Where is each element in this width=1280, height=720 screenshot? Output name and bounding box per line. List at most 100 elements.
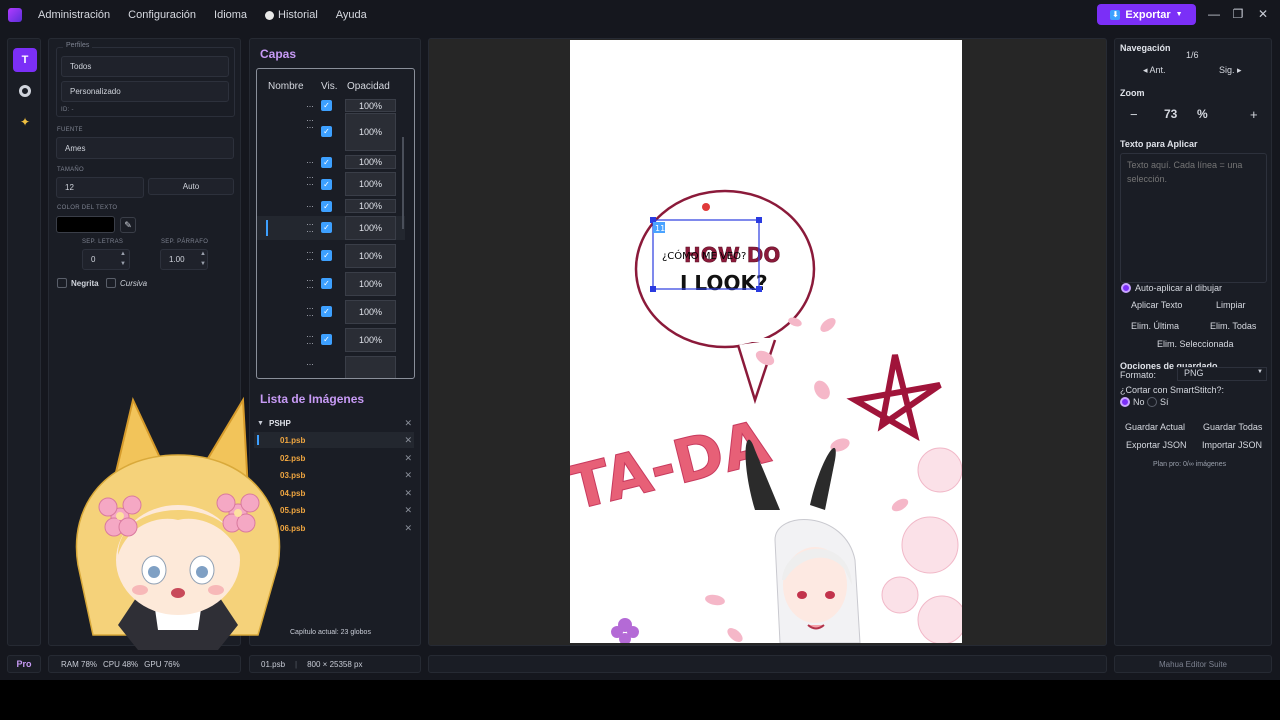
opacity-input[interactable]: 100% — [345, 216, 396, 240]
close-icon[interactable]: ✕ — [404, 453, 412, 464]
visibility-checkbox[interactable]: ✓ — [321, 179, 332, 190]
auto-apply-toggle[interactable]: Auto-aplicar al dibujar — [1121, 283, 1222, 293]
profile-custom-button[interactable]: Personalizado — [61, 81, 229, 102]
opacity-input[interactable]: 100% — [345, 300, 396, 324]
close-icon[interactable]: ✕ — [404, 523, 412, 534]
menu-idioma[interactable]: Idioma — [214, 9, 247, 21]
close-button[interactable]: ✕ — [1255, 6, 1271, 22]
sparkle-icon: ✦ — [19, 115, 31, 129]
export-json-button[interactable]: Exportar JSON — [1126, 440, 1187, 450]
format-select[interactable]: PNG ▼ — [1177, 367, 1267, 381]
page-artwork: TA-DA HOW DO I LOOK? 11 ¿CÓMO ME VEO? — [570, 189, 962, 643]
close-icon[interactable]: ✕ — [404, 435, 412, 446]
save-all-button[interactable]: Guardar Todas — [1203, 422, 1262, 432]
size-input[interactable]: 12 — [56, 177, 144, 198]
zoom-value[interactable]: 73 — [1164, 107, 1177, 121]
visibility-checkbox[interactable]: ✓ — [321, 157, 332, 168]
resource-usage: RAM 78% CPU 48% GPU 76% — [48, 655, 241, 673]
brand-name: Mahua Editor Suite — [1158, 659, 1228, 669]
settings-tool-button[interactable] — [13, 79, 37, 103]
menu-administracion[interactable]: Administración — [38, 9, 110, 21]
layer-row-selected[interactable]: …… ✓ 100% — [257, 216, 405, 240]
opacity-input[interactable]: 100% — [345, 155, 396, 169]
delete-all-button[interactable]: Elim. Todas — [1210, 321, 1256, 331]
next-page-button[interactable]: Sig. ▸ — [1219, 65, 1242, 76]
eyedropper-button[interactable]: ✎ — [120, 217, 136, 233]
effects-tool-button[interactable]: ✦ — [13, 110, 37, 134]
zoom-out-button[interactable]: − — [1130, 107, 1138, 122]
manga-page[interactable]: TA-DA HOW DO I LOOK? 11 ¿CÓMO ME VEO? — [570, 40, 962, 643]
opacity-input[interactable] — [345, 356, 396, 378]
save-current-button[interactable]: Guardar Actual — [1125, 422, 1185, 432]
menu-historial[interactable]: Historial — [265, 9, 318, 21]
maximize-button[interactable]: ❐ — [1230, 6, 1246, 22]
visibility-checkbox[interactable]: ✓ — [321, 126, 332, 137]
italic-toggle[interactable]: Cursiva — [106, 278, 147, 288]
letter-spacing-value: 0 — [91, 255, 96, 264]
layer-name: …… — [306, 246, 314, 262]
visibility-checkbox[interactable]: ✓ — [321, 334, 332, 345]
export-button[interactable]: ⬇ Exportar ▼ — [1097, 4, 1196, 25]
layer-name: … — [306, 358, 314, 367]
delete-selected-button[interactable]: Elim. Seleccionada — [1157, 339, 1234, 349]
profile-all-button[interactable]: Todos — [61, 56, 229, 77]
size-auto-button[interactable]: Auto — [148, 178, 234, 195]
letter-spacing-stepper[interactable]: ▲ ▼ — [120, 249, 126, 269]
opacity-input[interactable]: 100% — [345, 113, 396, 151]
ram-usage: RAM 78% — [61, 659, 98, 669]
profile-id: ID: - — [61, 107, 74, 113]
opacity-input[interactable]: 100% — [345, 244, 396, 268]
opacity-input[interactable]: 100% — [345, 199, 396, 213]
bold-toggle[interactable]: Negrita — [57, 278, 99, 288]
import-json-button[interactable]: Importar JSON — [1202, 440, 1262, 450]
navigation-title: Navegación — [1120, 43, 1171, 53]
text-tool-button[interactable]: T — [13, 48, 37, 72]
text-color-swatch[interactable] — [56, 216, 115, 233]
layer-name: … — [306, 156, 314, 165]
close-icon[interactable]: ✕ — [404, 418, 412, 429]
opacity-input[interactable]: 100% — [345, 99, 396, 112]
layers-table: Nombre Vis. Opacidad … ✓ 100% …… ✓ 100% … — [256, 68, 415, 379]
apply-text-input[interactable] — [1120, 153, 1267, 283]
opacity-input[interactable]: 100% — [345, 328, 396, 352]
opacity-input[interactable]: 100% — [345, 172, 396, 196]
visibility-checkbox[interactable]: ✓ — [321, 100, 332, 111]
visibility-checkbox[interactable]: ✓ — [321, 278, 332, 289]
visibility-checkbox[interactable]: ✓ — [321, 222, 332, 233]
prev-page-button[interactable]: ◂ Ant. — [1143, 65, 1166, 76]
menu-ayuda[interactable]: Ayuda — [336, 9, 367, 21]
bold-checkbox[interactable] — [57, 278, 67, 288]
visibility-checkbox[interactable]: ✓ — [321, 201, 332, 212]
smartstitch-no-option[interactable]: No — [1120, 397, 1145, 407]
menu-configuracion[interactable]: Configuración — [128, 9, 196, 21]
opacity-input[interactable]: 100% — [345, 272, 396, 296]
col-vis-header: Vis. — [321, 81, 338, 92]
smartstitch-yes-option[interactable]: Sí — [1147, 397, 1169, 407]
paragraph-spacing-stepper[interactable]: ▲ ▼ — [200, 249, 206, 269]
delete-last-button[interactable]: Elim. Última — [1131, 321, 1179, 331]
apply-text-button[interactable]: Aplicar Texto — [1131, 300, 1182, 310]
layers-title: Capas — [260, 47, 297, 61]
minimize-button[interactable]: — — [1206, 6, 1222, 22]
close-icon[interactable]: ✕ — [404, 488, 412, 499]
layer-name: …… — [306, 171, 314, 187]
font-value: Ames — [65, 143, 86, 153]
clear-text-button[interactable]: Limpiar — [1216, 300, 1246, 310]
close-icon[interactable]: ✕ — [404, 505, 412, 516]
zoom-in-button[interactable]: + — [1250, 107, 1258, 122]
visibility-checkbox[interactable]: ✓ — [321, 306, 332, 317]
sfx-text: TA-DA — [570, 407, 777, 524]
menu-bar: Administración Configuración Idioma Hist… — [0, 0, 1280, 30]
layers-scrollbar[interactable] — [402, 137, 404, 229]
italic-checkbox[interactable] — [106, 278, 116, 288]
font-select[interactable]: Ames — [56, 137, 234, 159]
font-label: FUENTE — [57, 127, 83, 133]
smartstitch-yes-label: Sí — [1160, 397, 1169, 407]
profile-custom-label: Personalizado — [70, 87, 121, 96]
visibility-checkbox[interactable]: ✓ — [321, 250, 332, 261]
radio-on-icon — [1120, 397, 1130, 407]
close-icon[interactable]: ✕ — [404, 470, 412, 481]
apply-text-title: Texto para Aplicar — [1120, 139, 1198, 149]
layer-name: … — [306, 100, 314, 109]
right-panel: Navegación 1/6 ◂ Ant. Sig. ▸ Zoom − 73 %… — [1114, 38, 1272, 646]
